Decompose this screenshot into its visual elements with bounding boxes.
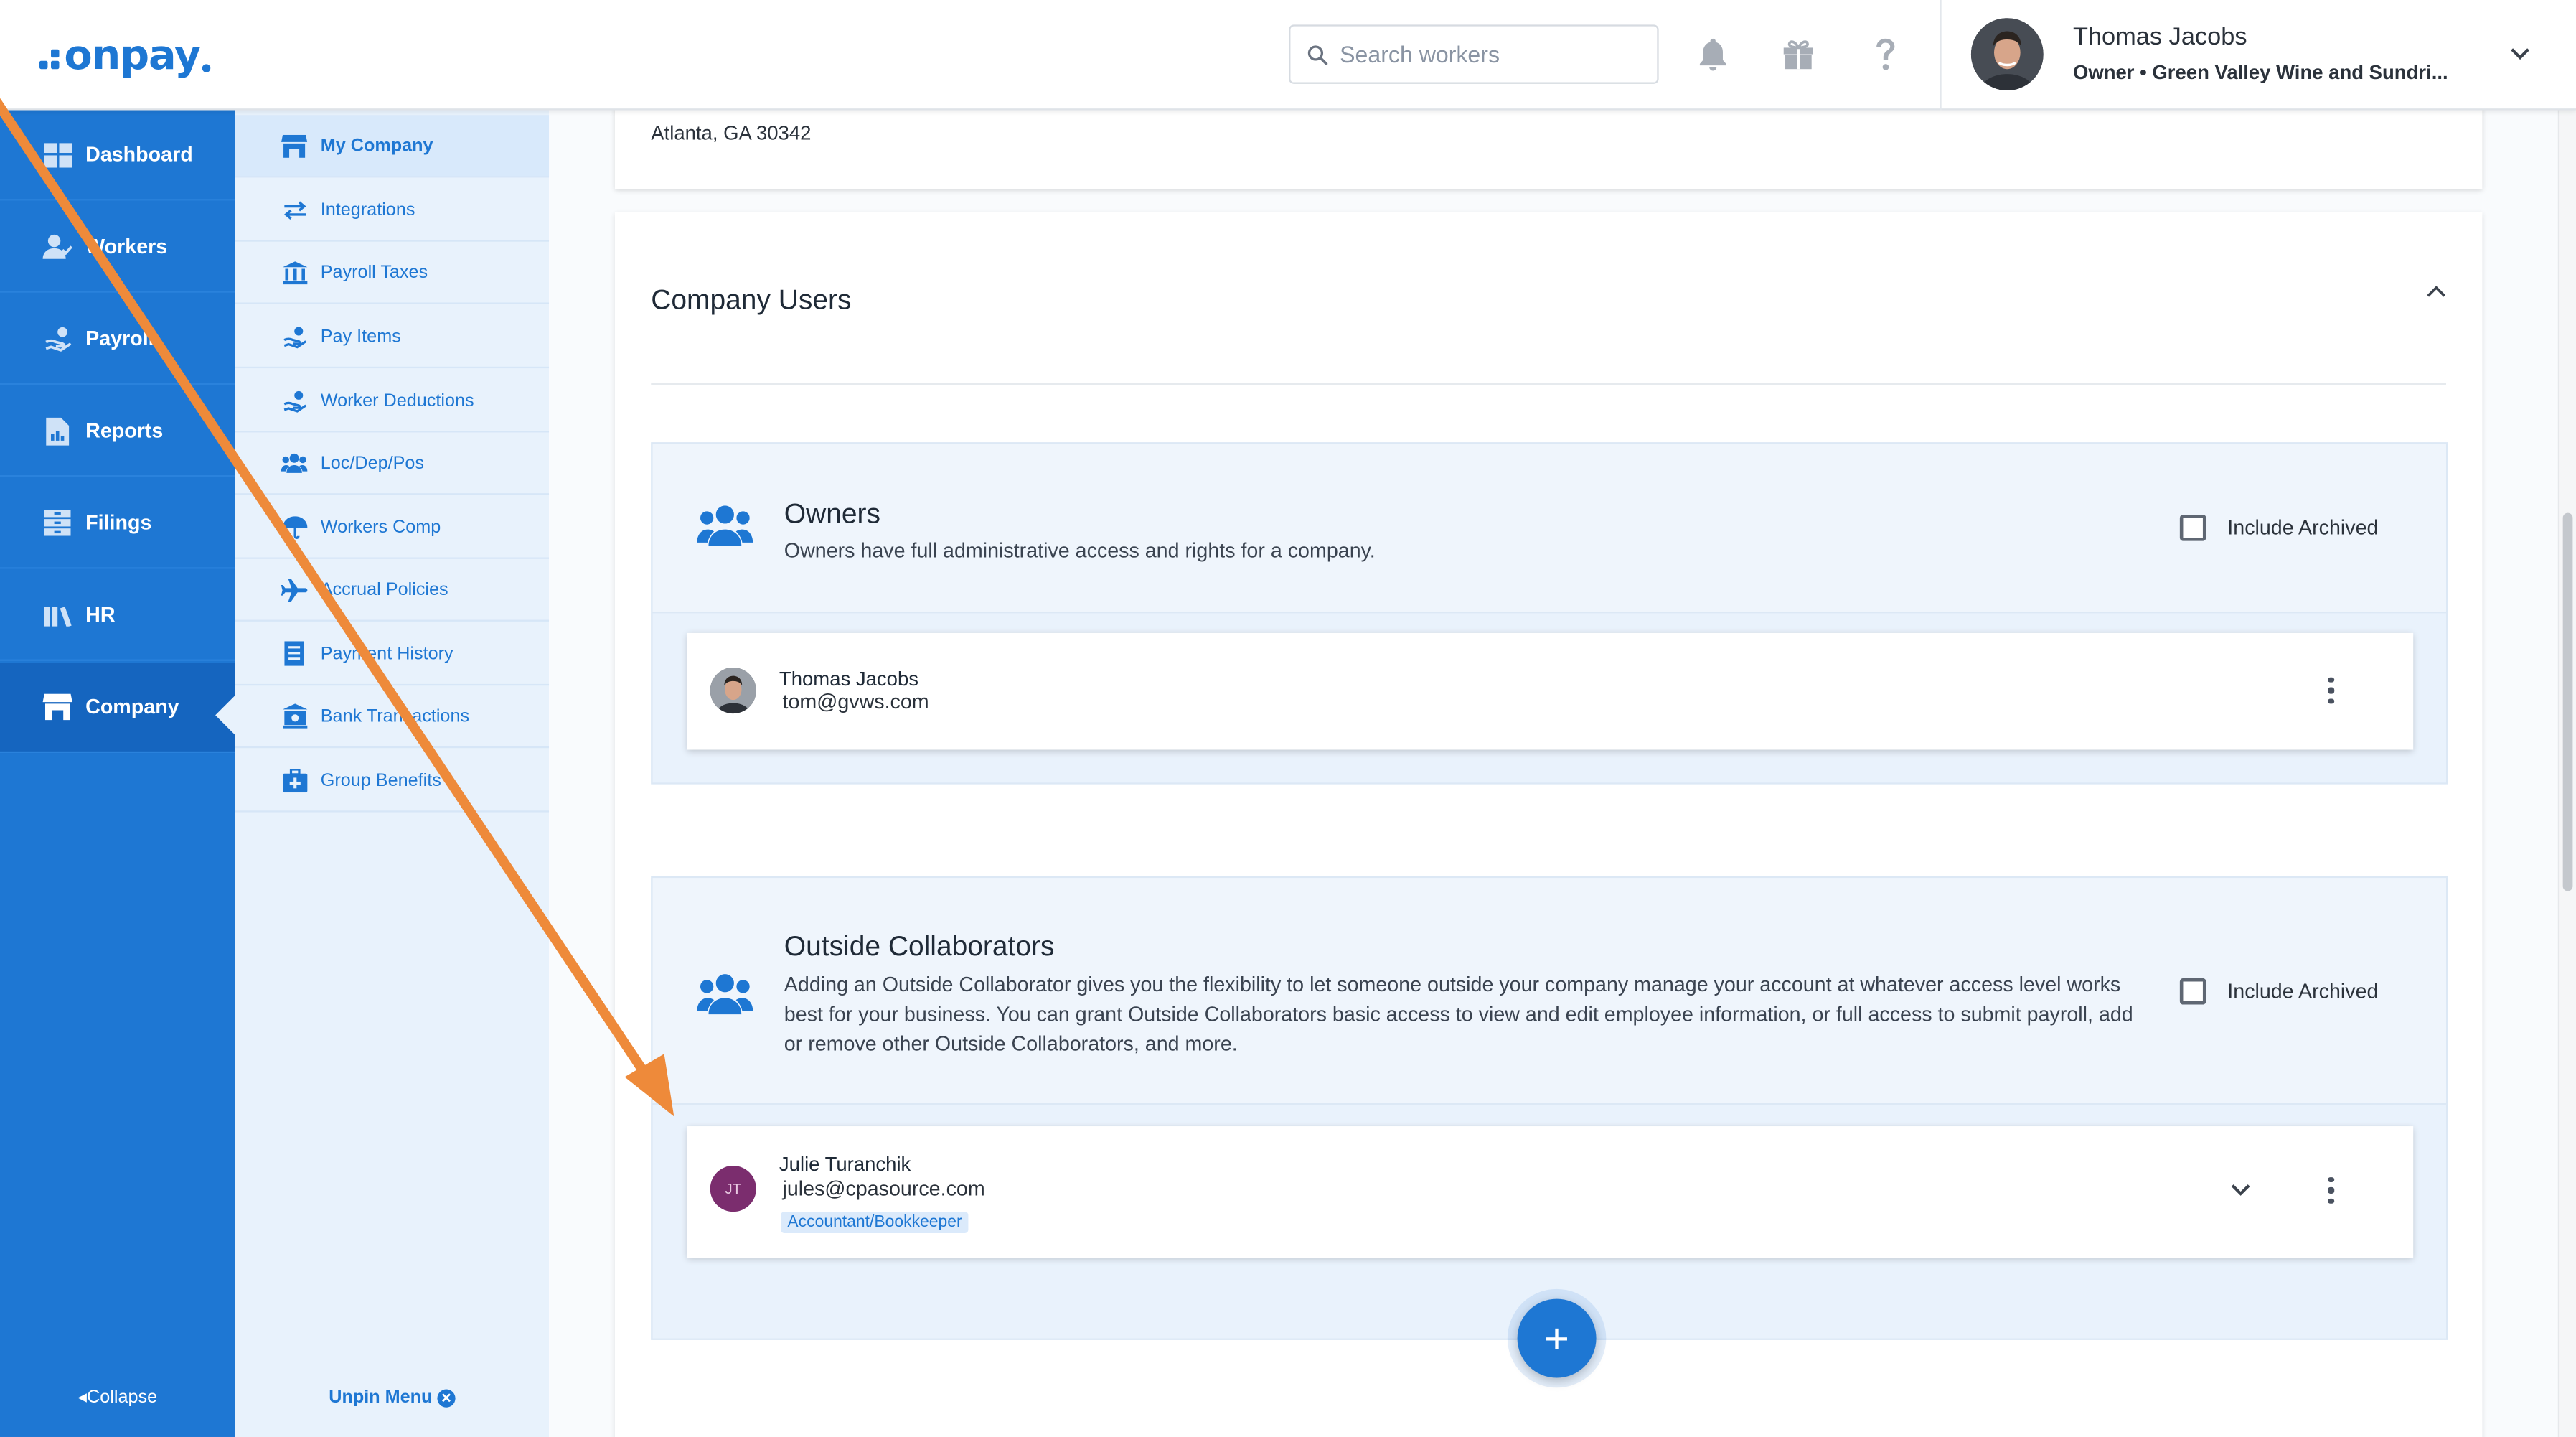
bell-icon[interactable] (1691, 33, 1734, 76)
search-icon (1307, 45, 1328, 65)
more-vert-icon[interactable] (2321, 1176, 2341, 1205)
payroll-icon (43, 324, 72, 353)
nav-filings[interactable]: Filings (0, 479, 235, 569)
close-circle-icon: ✕ (437, 1389, 456, 1408)
main-content: Atlanta, GA 30342 Company Users Owners O… (549, 93, 2558, 1437)
chevron-down-icon[interactable] (2505, 43, 2534, 66)
search-input[interactable] (1340, 41, 1636, 67)
nav-workers[interactable]: Workers (0, 202, 235, 293)
collaborator-name: Julie Turanchik (779, 1152, 911, 1176)
chevron-down-icon[interactable] (2229, 1182, 2252, 1199)
onpay-logo[interactable]: onpay (39, 29, 210, 79)
owner-name: Thomas Jacobs (779, 667, 918, 691)
user-avatar[interactable] (1970, 18, 2044, 90)
scrollbar-thumb[interactable] (2562, 512, 2573, 891)
company-users-card: Company Users Owners Owners have full ad… (614, 212, 2483, 1437)
hand-money-icon (281, 323, 308, 350)
company-address: Atlanta, GA 30342 (651, 121, 812, 145)
workers-icon (42, 232, 72, 261)
owner-user-card[interactable]: Thomas Jacobs tom@gvws.com (687, 632, 2414, 750)
nav-dashboard[interactable]: Dashboard (0, 110, 235, 201)
collaborators-title: Outside Collaborators (784, 930, 1055, 963)
collaborators-include-archived-checkbox[interactable] (2179, 978, 2206, 1005)
hand-money-icon (281, 387, 308, 413)
scrollbar[interactable] (2557, 110, 2576, 1437)
umbrella-icon (281, 514, 308, 540)
company-users-title: Company Users (651, 284, 852, 316)
collaborator-user-card[interactable]: JT Julie Turanchik jules@cpasource.com A… (687, 1126, 2414, 1258)
collaborators-section: Outside Collaborators Adding an Outside … (651, 876, 2448, 1340)
owners-include-archived-checkbox[interactable] (2179, 514, 2206, 541)
user-name: Thomas Jacobs (2072, 23, 2247, 52)
subnav-integrations[interactable]: Integrations (235, 179, 550, 242)
bank-building-icon (281, 703, 308, 729)
subnav-payment-history[interactable]: Payment History (235, 623, 550, 686)
gift-icon[interactable] (1777, 33, 1820, 76)
subnav-loc-dep-pos[interactable]: Loc/Dep/Pos (235, 432, 550, 495)
collaborator-avatar: JT (710, 1166, 756, 1212)
collaborators-include-archived-label: Include Archived (2227, 980, 2379, 1003)
filings-icon (43, 508, 72, 538)
nav-company[interactable]: Company (0, 663, 235, 754)
logo-mark (39, 49, 60, 70)
unpin-menu-button[interactable]: Unpin Menu ✕ (235, 1387, 550, 1408)
receipt-icon (281, 640, 308, 667)
hr-icon (43, 600, 72, 629)
owners-description: Owners have full administrative access a… (784, 539, 1376, 563)
owner-avatar (710, 667, 756, 714)
collaborators-description: Adding an Outside Collaborator gives you… (784, 973, 2133, 1056)
owner-email: tom@gvws.com (782, 691, 929, 714)
bank-icon (281, 259, 308, 286)
help-icon[interactable] (1864, 33, 1907, 76)
users-group-icon (697, 974, 753, 1015)
caret-left-icon: ◂ (77, 1387, 88, 1408)
subnav-group-benefits[interactable]: Group Benefits (235, 750, 550, 813)
main-sidebar: Dashboard Workers Payroll Reports Filing… (0, 110, 235, 1437)
users-icon (281, 449, 308, 476)
subnav-my-company[interactable]: My Company (235, 115, 573, 178)
role-badge: Accountant/Bookkeeper (781, 1212, 969, 1233)
search-box[interactable] (1289, 24, 1659, 84)
medical-kit-icon (281, 767, 308, 794)
subnav-workers-comp[interactable]: Workers Comp (235, 497, 550, 559)
nav-reports[interactable]: Reports (0, 386, 235, 477)
user-role-company: Owner • Green Valley Wine and Sundri... (2072, 60, 2448, 84)
owners-include-archived-label: Include Archived (2227, 516, 2379, 540)
more-vert-icon[interactable] (2321, 675, 2341, 705)
subnav-worker-deductions[interactable]: Worker Deductions (235, 370, 550, 433)
nav-hr[interactable]: HR (0, 571, 235, 661)
chevron-up-icon[interactable] (2423, 283, 2450, 302)
subnav-accrual-policies[interactable]: Accrual Policies (235, 559, 550, 622)
company-subnav: My Company Integrations Payroll Taxes Pa… (235, 110, 573, 1437)
logo-text: onpay (64, 30, 201, 78)
users-group-icon (697, 505, 753, 546)
top-bar: onpay Thomas Jacobs Owner • (0, 0, 2576, 111)
owners-section: Owners Owners have full administrative a… (651, 442, 2448, 785)
subnav-pay-items[interactable]: Pay Items (235, 306, 550, 369)
store-icon (281, 132, 308, 159)
subnav-payroll-taxes[interactable]: Payroll Taxes (235, 242, 550, 304)
plane-icon (281, 576, 308, 603)
arrows-icon (281, 197, 308, 223)
subnav-bank-transactions[interactable]: Bank Transactions (235, 685, 550, 749)
dashboard-icon (43, 140, 72, 169)
owners-title: Owners (784, 498, 881, 530)
reports-icon (43, 416, 72, 446)
nav-payroll[interactable]: Payroll (0, 294, 235, 385)
collaborator-email: jules@cpasource.com (782, 1177, 985, 1201)
company-icon (42, 692, 72, 721)
add-collaborator-button[interactable]: + (1517, 1298, 1597, 1378)
collapse-button[interactable]: ◂Collapse (0, 1386, 235, 1408)
